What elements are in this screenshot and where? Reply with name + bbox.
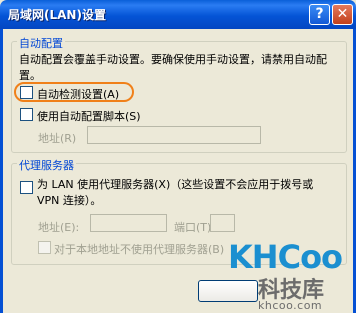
auto-config-legend: 自动配置 — [17, 35, 65, 51]
use-proxy-checkbox[interactable] — [20, 181, 33, 194]
auto-detect-label[interactable]: 自动检测设置(A) — [37, 86, 119, 102]
bypass-local-label[interactable]: 对于本地地址不使用代理服务器(B) — [54, 241, 224, 257]
use-proxy-label-line1[interactable]: 为 LAN 使用代理服务器(X)（这些设置不会应用于拨号或 — [37, 177, 313, 193]
proxy-legend: 代理服务器 — [17, 157, 76, 173]
auto-script-label[interactable]: 使用自动配置脚本(S) — [37, 108, 141, 124]
proxy-address-label: 地址(E): — [38, 221, 80, 234]
title-bar[interactable]: 局域网(LAN)设置 ? ✕ — [0, 0, 356, 29]
help-icon: ? — [315, 6, 324, 22]
script-address-field[interactable] — [87, 126, 261, 144]
help-button[interactable]: ? — [309, 4, 330, 25]
close-button[interactable]: ✕ — [332, 4, 353, 25]
close-icon: ✕ — [336, 6, 349, 22]
watermark-url: khcoo.com — [258, 299, 323, 312]
watermark-logo: KHCoo — [228, 238, 343, 276]
proxy-port-field[interactable] — [210, 214, 235, 232]
window-title: 局域网(LAN)设置 — [8, 8, 106, 22]
auto-detect-checkbox[interactable] — [20, 86, 33, 99]
auto-config-description-line1: 自动配置会覆盖手动设置。要确保使用手动设置，请禁用自动配 — [19, 53, 327, 66]
proxy-port-label: 端口(T): — [174, 221, 216, 234]
ok-button[interactable] — [198, 280, 258, 302]
auto-script-checkbox[interactable] — [20, 108, 33, 121]
bypass-local-checkbox[interactable] — [38, 241, 51, 254]
use-proxy-label-line2[interactable]: VPN 连接）。 — [37, 193, 101, 209]
proxy-address-field[interactable] — [90, 214, 167, 232]
script-address-label: 地址(R) — [38, 132, 77, 145]
window-border-left — [0, 29, 3, 313]
